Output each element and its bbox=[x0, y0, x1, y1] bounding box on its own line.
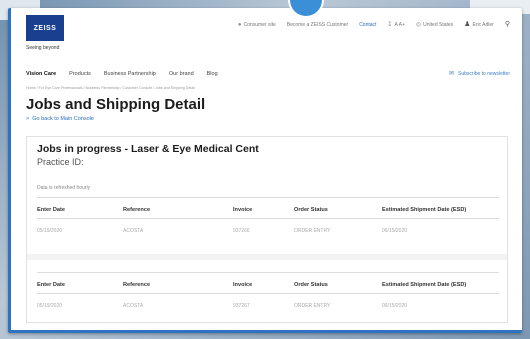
col-order-status: Order Status bbox=[294, 282, 328, 288]
mail-icon: ✉ bbox=[448, 71, 455, 77]
page-title: Jobs and Shipping Detail bbox=[26, 96, 206, 113]
table-divider bbox=[37, 293, 499, 294]
nav-item-blog[interactable]: Blog bbox=[207, 71, 218, 77]
nav-item-products[interactable]: Products bbox=[69, 71, 91, 77]
nav-item-business-partnership[interactable]: Business Partnership bbox=[104, 71, 156, 77]
col-reference: Reference bbox=[123, 282, 151, 288]
user-icon: ♟ bbox=[464, 21, 471, 28]
table-cell: 06/15/2020 bbox=[382, 228, 408, 234]
nav-item-our-brand[interactable]: Our brand bbox=[169, 71, 194, 77]
table-cell: 06/15/2020 bbox=[382, 303, 408, 309]
main-nav: Vision Care Products Business Partnershi… bbox=[26, 71, 218, 77]
col-invoice: Invoice bbox=[233, 207, 253, 213]
globe-icon: ◎ bbox=[415, 21, 422, 28]
jobs-panel: Jobs in progress - Laser & Eye Medical C… bbox=[26, 136, 508, 323]
country-selector[interactable]: ◎ United States bbox=[416, 22, 453, 28]
person-icon: ● bbox=[237, 21, 242, 28]
table-cell: 937266 bbox=[233, 228, 250, 234]
table-divider bbox=[37, 272, 499, 273]
table-cell: ORDER ENTRY bbox=[294, 228, 331, 234]
nav-item-vision-care[interactable]: Vision Care bbox=[26, 71, 56, 77]
col-esd: Estimated Shipment Date (ESD) bbox=[382, 282, 467, 288]
jobs-table: Enter Date Reference Invoice Order Statu… bbox=[37, 272, 499, 320]
table-cell: ACOSTA bbox=[123, 228, 144, 234]
table-cell: 05/19/2020 bbox=[37, 228, 63, 234]
consumer-site-link[interactable]: ● Consumer site bbox=[238, 22, 276, 28]
col-order-status: Order Status bbox=[294, 207, 328, 213]
col-invoice: Invoice bbox=[233, 282, 253, 288]
table-cell: ACOSTA bbox=[123, 303, 144, 309]
user-menu[interactable]: ♟ Eric Adler bbox=[464, 21, 494, 28]
page-card: ZEISS Seeing beyond ● Consumer site Beco… bbox=[8, 8, 522, 333]
become-customer-link[interactable]: Become a ZEISS Customer bbox=[287, 22, 348, 28]
practice-name: Laser & Eye Medical Cent bbox=[130, 143, 259, 155]
table-cell: 937267 bbox=[233, 303, 250, 309]
jobs-heading: Jobs in progress - Laser & Eye Medical C… bbox=[37, 143, 259, 155]
text-size-toggle[interactable]: ↧ A A+ bbox=[387, 22, 404, 28]
col-reference: Reference bbox=[123, 207, 151, 213]
section-separator bbox=[27, 254, 507, 260]
refresh-note: Data is refreshed hourly bbox=[37, 185, 91, 191]
table-divider bbox=[37, 218, 499, 219]
jobs-table: Enter Date Reference Invoice Order Statu… bbox=[37, 197, 499, 245]
search-icon: ⚲ bbox=[504, 21, 510, 28]
back-to-console-link[interactable]: > Go back to Main Console bbox=[26, 116, 94, 122]
text-size-icon: ↧ bbox=[387, 21, 393, 28]
contact-link[interactable]: Contact bbox=[359, 22, 376, 28]
table-cell: 05/19/2020 bbox=[37, 303, 63, 309]
search-button[interactable]: ⚲ bbox=[505, 21, 510, 28]
table-cell: ORDER ENTRY bbox=[294, 303, 331, 309]
col-enter-date: Enter Date bbox=[37, 207, 65, 213]
logo-text: ZEISS bbox=[33, 24, 57, 32]
table-divider bbox=[37, 197, 499, 198]
chevron-right-icon: > bbox=[26, 116, 30, 122]
newsletter-link[interactable]: ✉ Subscribe to newsletter bbox=[449, 71, 510, 77]
frame-edge-bottom bbox=[8, 330, 522, 333]
breadcrumb[interactable]: Home / For Eye Care Professionals / Busi… bbox=[26, 86, 195, 90]
col-enter-date: Enter Date bbox=[37, 282, 65, 288]
jobs-heading-prefix: Jobs in progress - bbox=[37, 143, 129, 155]
practice-id-label: Practice ID: bbox=[37, 157, 84, 167]
brand-tagline: Seeing beyond bbox=[26, 45, 60, 51]
utility-bar: ● Consumer site Become a ZEISS Customer … bbox=[238, 21, 510, 28]
site-header: ZEISS Seeing beyond ● Consumer site Beco… bbox=[8, 8, 522, 58]
zeiss-logo[interactable]: ZEISS bbox=[26, 15, 64, 41]
col-esd: Estimated Shipment Date (ESD) bbox=[382, 207, 467, 213]
